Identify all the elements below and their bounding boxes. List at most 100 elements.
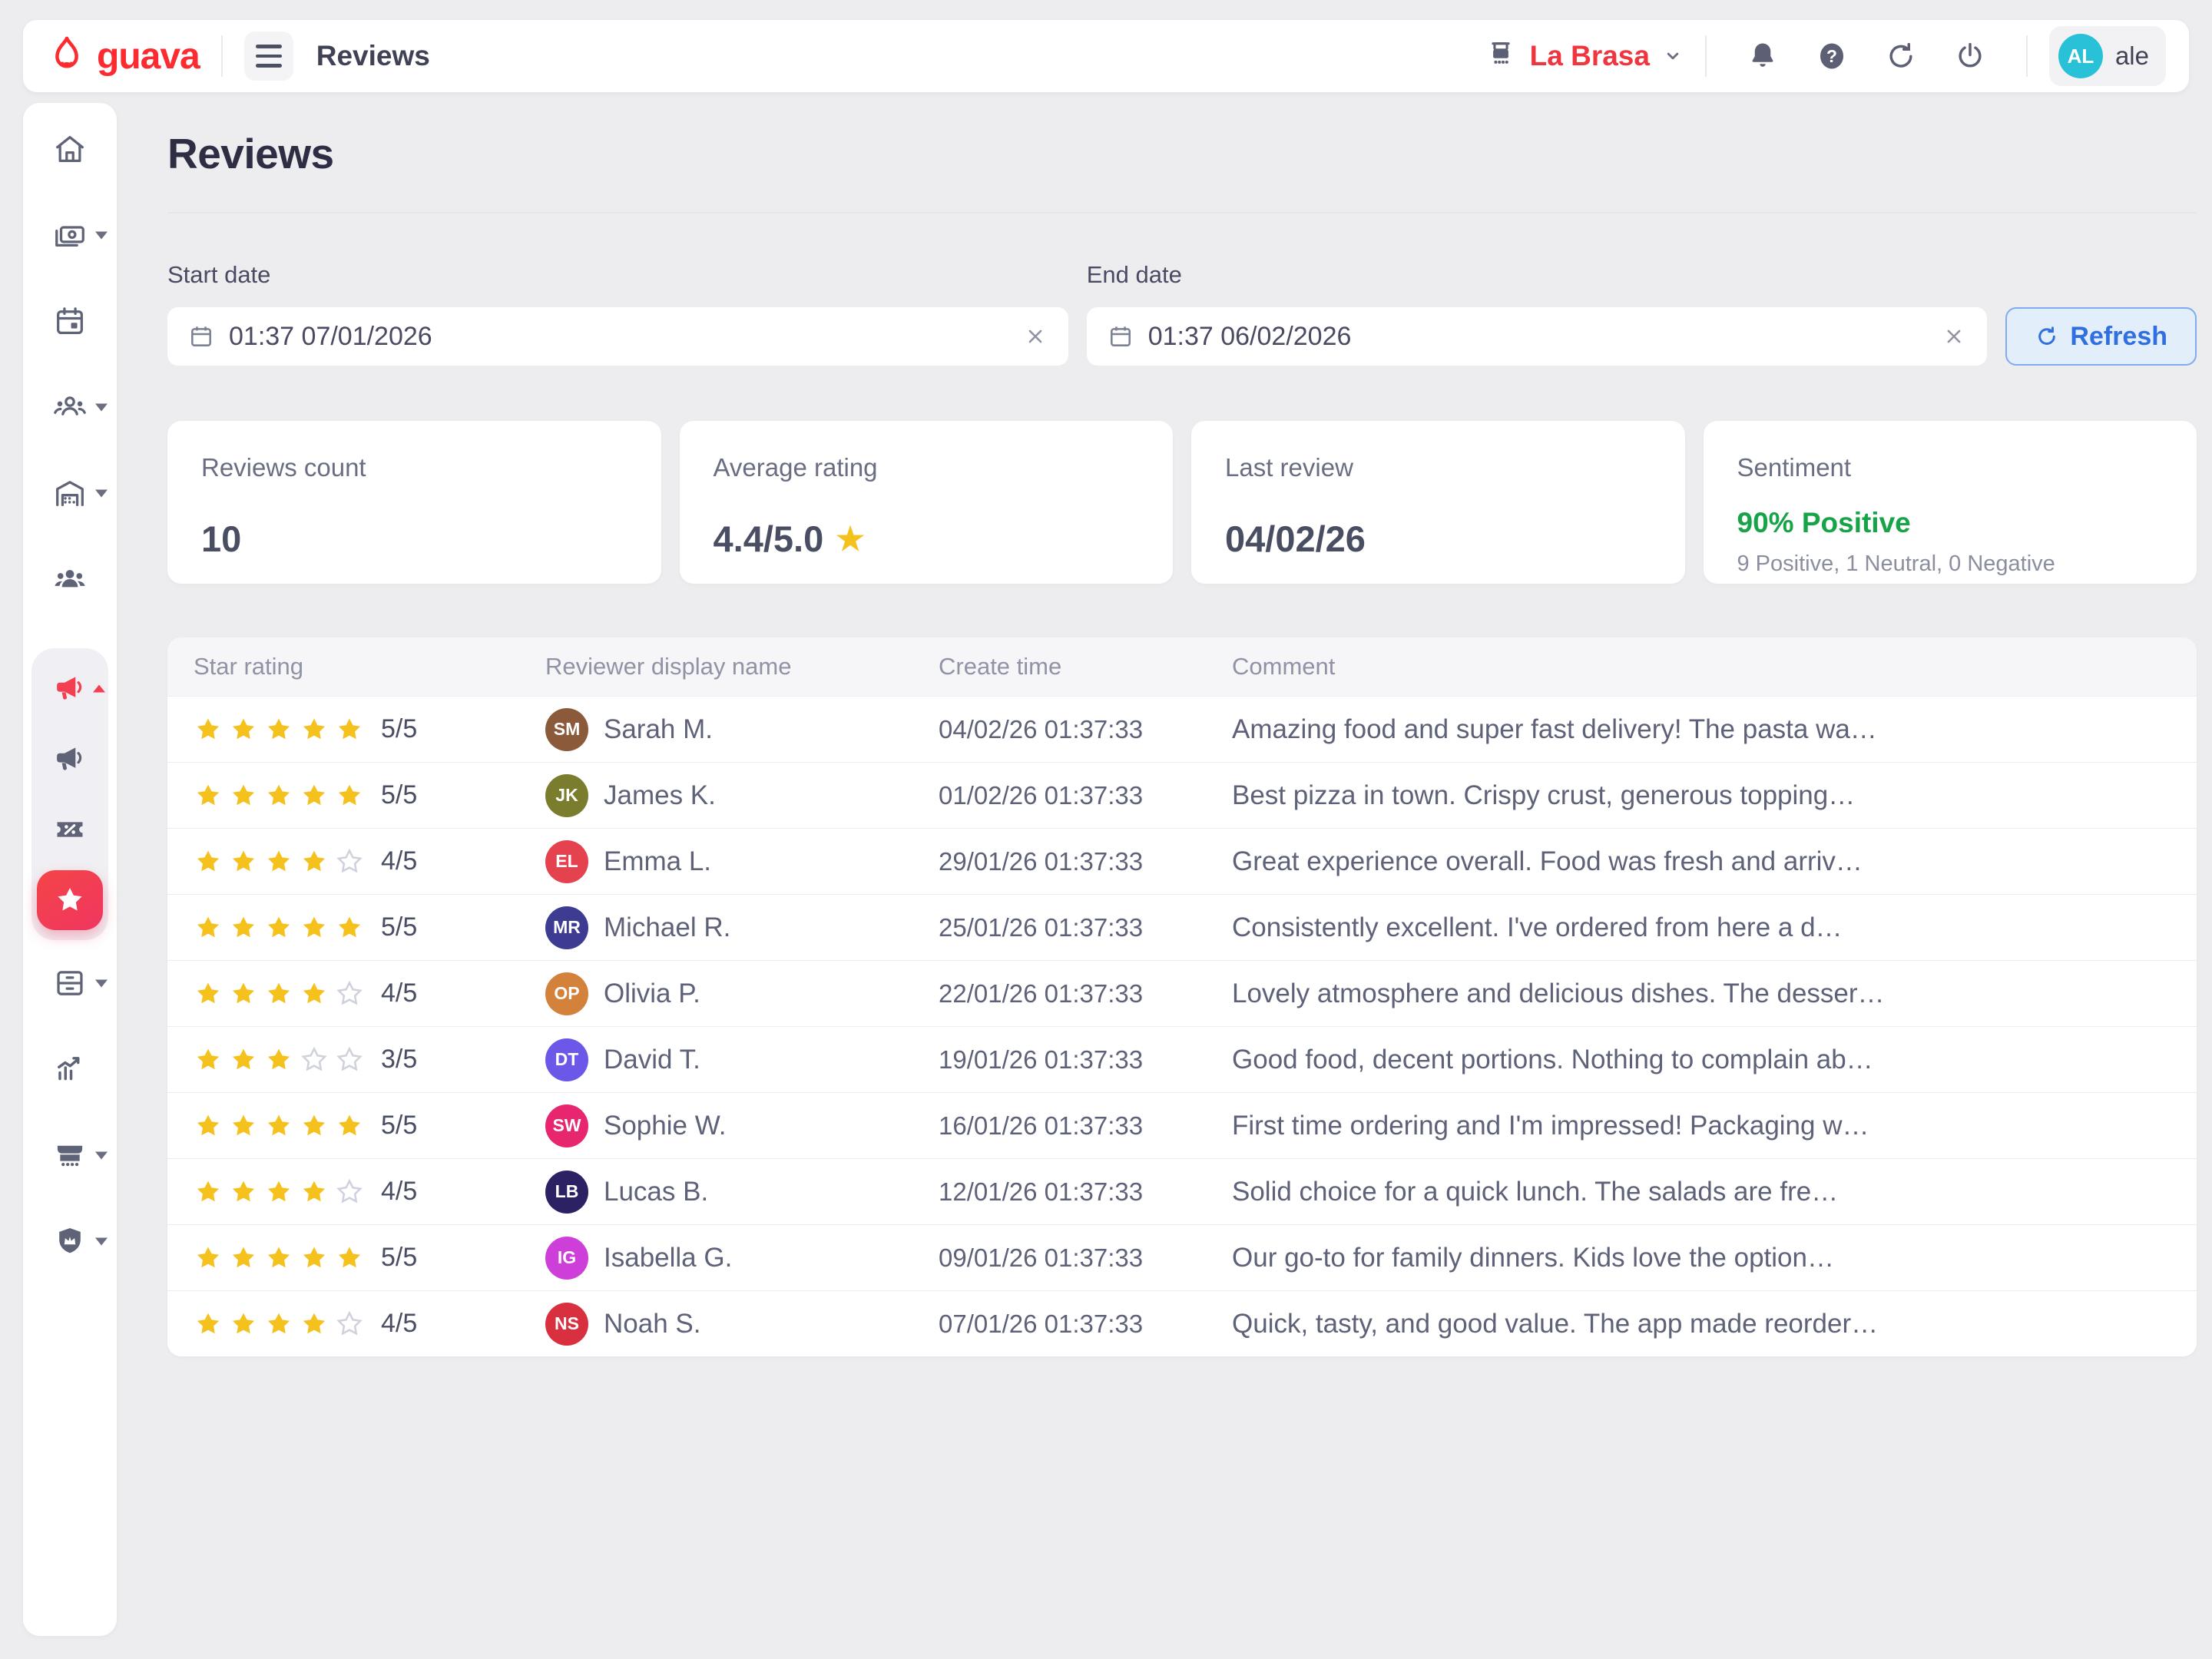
sidebar-item-loyalty[interactable]	[23, 1198, 117, 1284]
comment: Good food, decent portions. Nothing to c…	[1232, 1045, 2197, 1075]
star-rating-cell: 5/5	[194, 1111, 545, 1141]
bell-icon[interactable]	[1740, 33, 1786, 79]
venue-name: La Brasa	[1530, 40, 1650, 72]
table-row[interactable]: 5/5SWSophie W.16/01/26 01:37:33First tim…	[167, 1092, 2197, 1158]
reviewer-name: Michael R.	[604, 912, 730, 943]
sidebar-item-customers[interactable]	[23, 364, 117, 450]
table-row[interactable]: 4/5OPOlivia P.22/01/26 01:37:33Lovely at…	[167, 960, 2197, 1026]
stat-label: Last review	[1225, 453, 1651, 482]
sidebar-item-promotions[interactable]	[31, 794, 108, 865]
sidebar-item-orders[interactable]	[23, 940, 117, 1026]
reviewer-name: Sarah M.	[604, 714, 713, 745]
company-icon	[52, 475, 88, 511]
help-icon[interactable]: ?	[1809, 33, 1855, 79]
star-icon	[300, 913, 329, 942]
sidebar-item-marketing[interactable]	[31, 653, 108, 724]
table-row[interactable]: 4/5ELEmma L.29/01/26 01:37:33Great exper…	[167, 828, 2197, 894]
chevron-down-icon	[95, 980, 108, 988]
sidebar-item-analytics[interactable]	[23, 1026, 117, 1112]
column-header-star-rating: Star rating	[194, 653, 545, 680]
refresh-icon[interactable]	[1878, 33, 1924, 79]
reviewer-name: Emma L.	[604, 846, 711, 877]
star-icon	[335, 1111, 364, 1141]
create-time: 01/02/26 01:37:33	[939, 781, 1232, 810]
star-icon	[194, 1045, 223, 1075]
table-row[interactable]: 4/5LBLucas B.12/01/26 01:37:33Solid choi…	[167, 1158, 2197, 1224]
sidebar-item-calendar[interactable]	[23, 278, 117, 364]
table-row[interactable]: 5/5JKJames K.01/02/26 01:37:33Best pizza…	[167, 762, 2197, 828]
avatar: OP	[545, 972, 588, 1015]
power-icon[interactable]	[1947, 33, 1993, 79]
reviewer-cell: IGIsabella G.	[545, 1237, 939, 1280]
start-date-value: 01:37 07/01/2026	[229, 322, 432, 352]
clear-icon[interactable]	[1022, 323, 1048, 349]
sidebar-item-home[interactable]	[23, 106, 117, 192]
star-icon	[300, 715, 329, 744]
app-logo[interactable]: guava	[46, 34, 200, 79]
reviewer-name: David T.	[604, 1045, 700, 1075]
table-row[interactable]: 5/5SMSarah M.04/02/26 01:37:33Amazing fo…	[167, 696, 2197, 762]
table-row[interactable]: 3/5DTDavid T.19/01/26 01:37:33Good food,…	[167, 1026, 2197, 1092]
comment: Our go-to for family dinners. Kids love …	[1232, 1243, 2197, 1273]
sidebar-item-payments[interactable]	[23, 192, 117, 278]
stat-cards: Reviews count 10 Average rating 4.4/5.0★…	[167, 421, 2197, 584]
rating-value: 4/5	[381, 846, 417, 876]
star-rating-cell: 4/5	[194, 846, 545, 876]
comment: First time ordering and I'm impressed! P…	[1232, 1111, 2197, 1141]
calendar-icon	[1107, 323, 1134, 350]
user-name: ale	[2115, 41, 2149, 71]
star-icon	[229, 979, 258, 1008]
user-menu[interactable]: AL ale	[2049, 26, 2166, 86]
table-row[interactable]: 4/5NSNoah S.07/01/26 01:37:33Quick, tast…	[167, 1290, 2197, 1356]
star-icon	[264, 1310, 293, 1339]
stat-label: Reviews count	[201, 453, 628, 482]
star-icon	[335, 1310, 364, 1339]
divider	[1705, 35, 1707, 77]
create-time: 12/01/26 01:37:33	[939, 1177, 1232, 1207]
stat-card-average-rating: Average rating 4.4/5.0★	[680, 421, 1174, 584]
reviewer-cell: JKJames K.	[545, 774, 939, 817]
stat-card-reviews-count: Reviews count 10	[167, 421, 661, 584]
star-icon	[194, 1177, 223, 1207]
table-row[interactable]: 5/5MRMichael R.25/01/26 01:37:33Consiste…	[167, 894, 2197, 960]
avatar: MR	[545, 906, 588, 949]
comment: Best pizza in town. Crispy crust, genero…	[1232, 780, 2197, 811]
end-date-input[interactable]: 01:37 06/02/2026	[1087, 307, 1988, 366]
start-date-input[interactable]: 01:37 07/01/2026	[167, 307, 1068, 366]
avatar: SW	[545, 1104, 588, 1147]
rating-value: 5/5	[381, 714, 417, 744]
sidebar-item-storefront[interactable]	[23, 1112, 117, 1198]
sidebar-item-staff[interactable]	[23, 536, 117, 622]
home-icon	[52, 131, 88, 167]
star-icon	[300, 1045, 329, 1075]
star-icon	[229, 1243, 258, 1273]
star-icon	[229, 1111, 258, 1141]
star-icon	[335, 1177, 364, 1207]
star-icon	[229, 847, 258, 876]
star-icon	[300, 1111, 329, 1141]
comment: Solid choice for a quick lunch. The sala…	[1232, 1177, 2197, 1207]
table-row[interactable]: 5/5IGIsabella G.09/01/26 01:37:33Our go-…	[167, 1224, 2197, 1290]
avatar: EL	[545, 840, 588, 883]
sidebar-item-reviews[interactable]	[31, 865, 108, 935]
refresh-button[interactable]: Refresh	[2005, 307, 2197, 366]
create-time: 07/01/26 01:37:33	[939, 1310, 1232, 1339]
clear-icon[interactable]	[1941, 323, 1967, 349]
menu-icon[interactable]	[244, 31, 293, 81]
star-icon	[264, 979, 293, 1008]
sidebar-item-company[interactable]	[23, 450, 117, 536]
reviewer-name: James K.	[604, 780, 716, 811]
sidebar-item-campaigns[interactable]	[31, 724, 108, 794]
star-icon	[335, 847, 364, 876]
venue-selector[interactable]: La Brasa	[1484, 38, 1684, 75]
stat-value: 10	[201, 518, 628, 560]
rating-value: 4/5	[381, 979, 417, 1008]
avatar: NS	[545, 1303, 588, 1346]
storefront-icon	[52, 1137, 88, 1173]
star-icon	[194, 1310, 223, 1339]
star-rating-cell: 5/5	[194, 780, 545, 810]
star-rating-cell: 3/5	[194, 1045, 545, 1075]
chevron-up-icon	[93, 685, 105, 693]
sentiment-breakdown: 9 Positive, 1 Neutral, 0 Negative	[1737, 551, 2164, 577]
reviewer-cell: MR Michael R.	[545, 906, 939, 949]
